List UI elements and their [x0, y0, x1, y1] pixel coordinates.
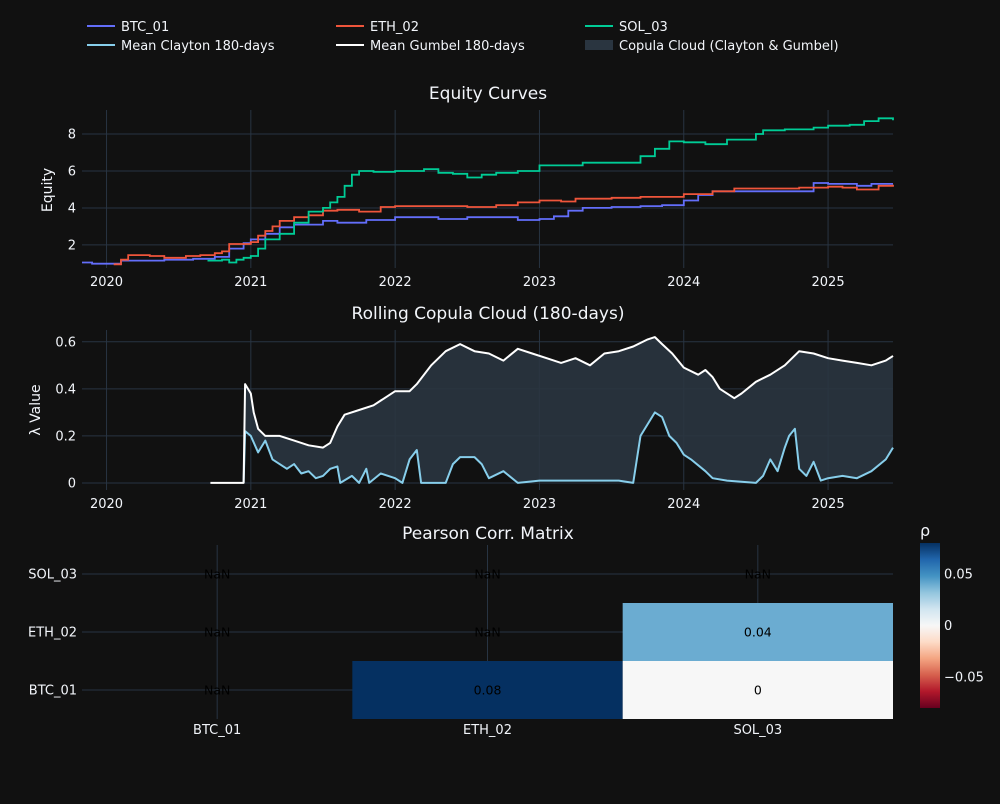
- y-tick-label: 6: [68, 164, 76, 179]
- x-tick-label: 2024: [667, 275, 700, 290]
- heatmap-cell-text: NaN: [204, 625, 230, 640]
- x-tick-label: 2025: [812, 497, 845, 512]
- copula-ylabel: λ Value: [28, 384, 44, 435]
- legend-label: Copula Cloud (Clayton & Gumbel): [619, 39, 839, 54]
- legend-label: Mean Gumbel 180-days: [370, 39, 525, 54]
- colorbar: [920, 543, 940, 708]
- colorbar-tick-label: 0: [944, 619, 952, 634]
- copula-title: Rolling Copula Cloud (180-days): [352, 304, 625, 324]
- legend-swatch-fill: [585, 40, 613, 50]
- legend-label: ETH_02: [370, 20, 419, 35]
- x-tick-label: 2025: [812, 275, 845, 290]
- heatmap-cell-text: NaN: [745, 567, 771, 582]
- heatmap-cell-text: NaN: [474, 567, 500, 582]
- heatmap-y-label: SOL_03: [28, 568, 77, 583]
- x-tick-label: 2023: [523, 275, 556, 290]
- heatmap-cell-text: 0.08: [474, 683, 502, 698]
- x-tick-label: 2020: [90, 497, 123, 512]
- legend-label: Mean Clayton 180-days: [121, 39, 275, 54]
- x-tick-label: 2022: [379, 497, 412, 512]
- legend-label: SOL_03: [619, 20, 668, 35]
- heatmap-title: Pearson Corr. Matrix: [402, 524, 574, 544]
- x-tick-label: 2020: [90, 275, 123, 290]
- heatmap-x-label: BTC_01: [193, 723, 241, 738]
- heatmap-cell-text: NaN: [204, 567, 230, 582]
- x-tick-label: 2021: [234, 275, 267, 290]
- heatmap-x-label: ETH_02: [463, 723, 512, 738]
- x-tick-label: 2021: [234, 497, 267, 512]
- heatmap-x-label: SOL_03: [733, 723, 782, 738]
- chart-svg: BTC_01 ETH_02 SOL_03 Mean Clayton 180-days M…: [0, 0, 1000, 800]
- heatmap-cell-text: NaN: [204, 683, 230, 698]
- y-tick-label: 0.6: [55, 335, 76, 350]
- heatmap-y-label: ETH_02: [28, 626, 77, 641]
- equity-title: Equity Curves: [429, 84, 547, 104]
- heatmap-cell-text: 0: [754, 683, 762, 698]
- colorbar-title: ρ: [920, 521, 930, 540]
- heatmap-y-label: BTC_01: [29, 684, 77, 699]
- y-tick-label: 4: [68, 201, 76, 216]
- y-tick-label: 0.4: [55, 382, 76, 397]
- y-tick-label: 0.2: [55, 429, 76, 444]
- colorbar-tick-label: −0.05: [944, 671, 984, 686]
- x-tick-label: 2024: [667, 497, 700, 512]
- colorbar-tick-label: 0.05: [944, 567, 973, 582]
- y-tick-label: 0: [68, 476, 76, 491]
- heatmap-cell-text: 0.04: [744, 625, 772, 640]
- y-tick-label: 2: [68, 238, 76, 253]
- equity-ylabel: Equity: [40, 168, 56, 212]
- legend-label: BTC_01: [121, 20, 169, 35]
- y-tick-label: 8: [68, 128, 76, 143]
- heatmap-cell-text: NaN: [474, 625, 500, 640]
- figure: BTC_01 ETH_02 SOL_03 Mean Clayton 180-days M…: [0, 0, 1000, 800]
- x-tick-label: 2023: [523, 497, 556, 512]
- x-tick-label: 2022: [379, 275, 412, 290]
